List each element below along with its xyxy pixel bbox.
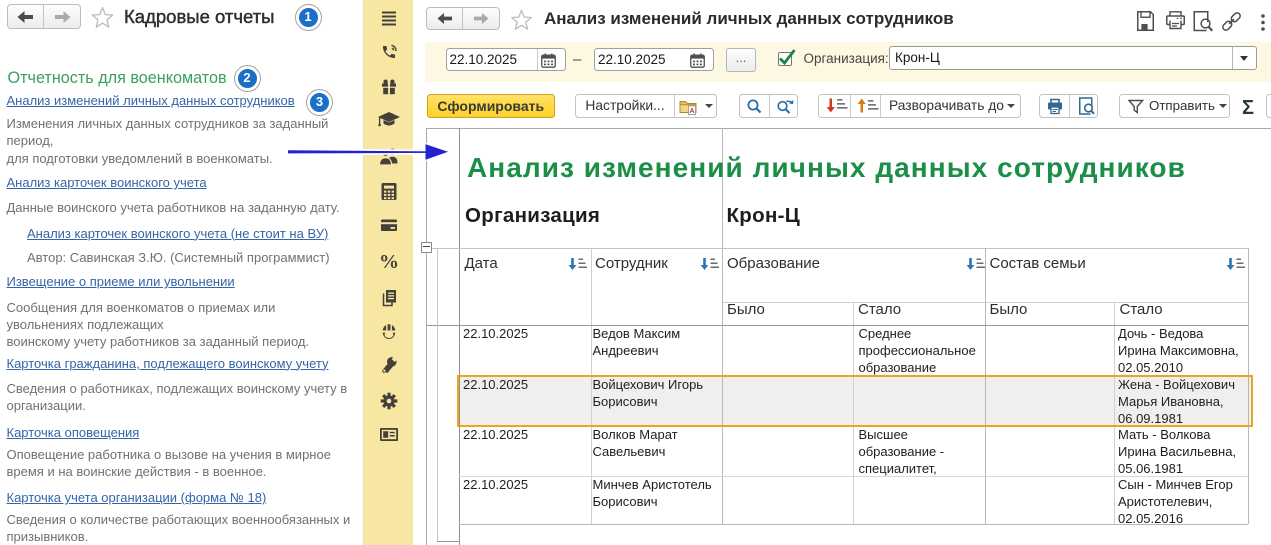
svg-text:%: %: [379, 251, 399, 273]
svg-text:A: A: [689, 108, 694, 115]
